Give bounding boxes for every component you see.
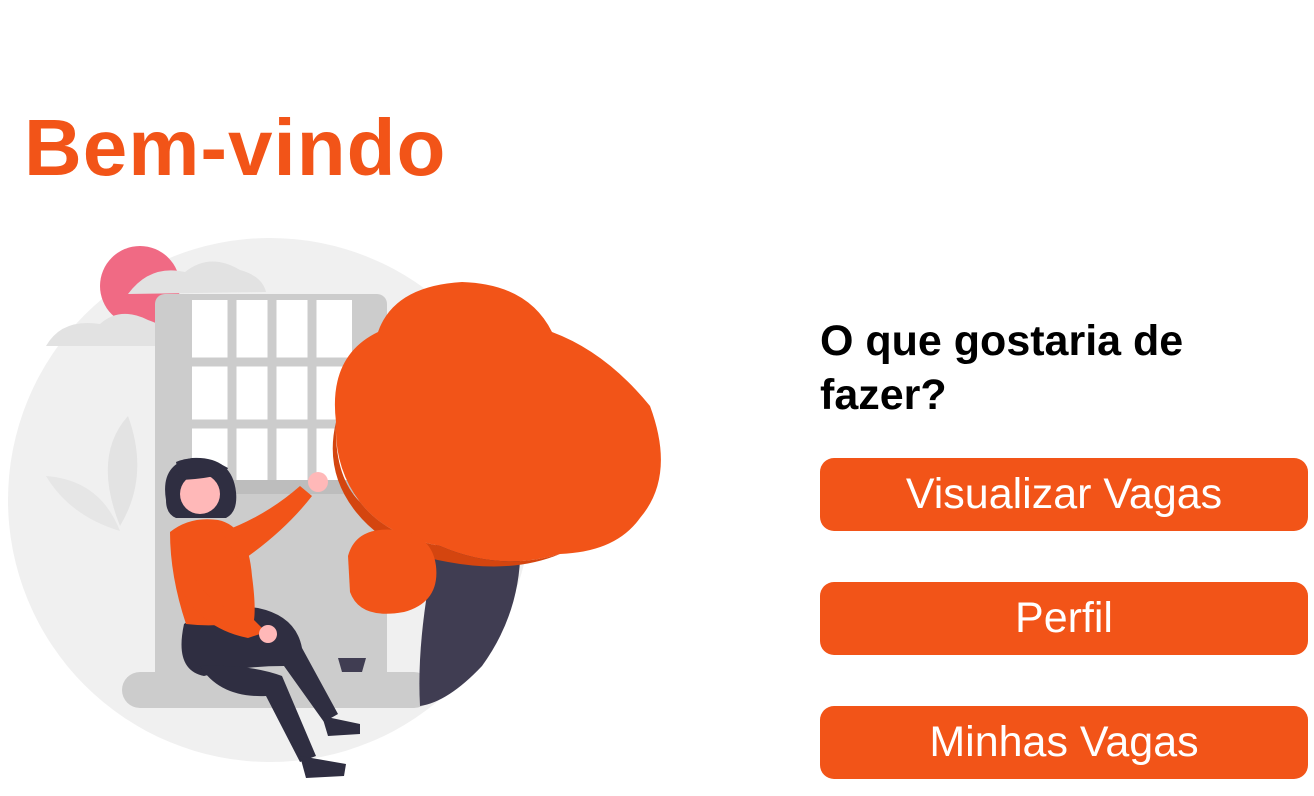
face	[180, 474, 220, 514]
action-prompt: O que gostaria de fazer?	[820, 317, 1184, 419]
cup-icon	[338, 658, 366, 672]
tree-foliage	[334, 282, 661, 562]
small-foliage	[348, 529, 437, 614]
view-jobs-button[interactable]: Visualizar Vagas	[820, 458, 1308, 531]
hand	[308, 472, 328, 492]
page-title: Bem-vindo	[24, 103, 447, 192]
welcome-page: Bem-vindo O que gostaria de fazer? Visua…	[0, 0, 1314, 796]
shoe	[300, 756, 346, 778]
profile-button[interactable]: Perfil	[820, 582, 1308, 655]
woman-by-window-illustration	[8, 238, 661, 778]
my-jobs-button[interactable]: Minhas Vagas	[820, 706, 1308, 779]
